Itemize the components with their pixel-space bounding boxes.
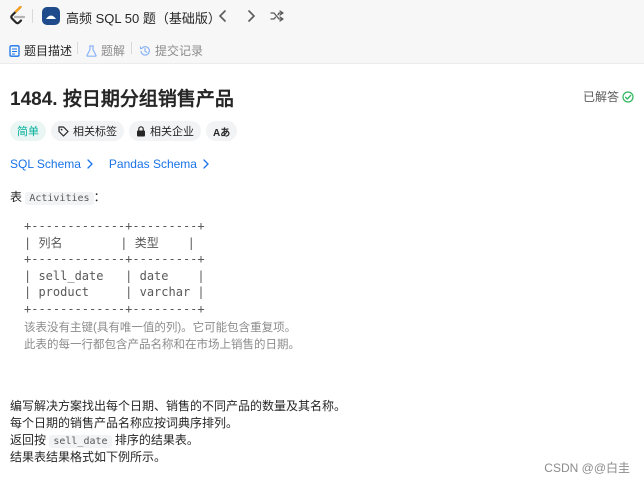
related-companies-label: 相关企业 xyxy=(150,126,194,138)
problem-title: 1484. 按日期分组销售产品 xyxy=(10,89,234,110)
related-tags-button[interactable]: 相关标签 xyxy=(51,121,124,141)
check-circle-icon xyxy=(622,90,634,103)
related-companies-button[interactable]: 相关企业 xyxy=(129,121,201,141)
chevron-left-icon[interactable] xyxy=(214,7,232,25)
leetcode-logo-icon[interactable] xyxy=(9,5,27,26)
lock-icon xyxy=(136,125,146,137)
tab-description-label: 题目描述 xyxy=(24,44,73,58)
description-text: 返回按 xyxy=(10,433,50,447)
table-border: +-------------+---------+ xyxy=(24,219,205,233)
intro-suffix: ： xyxy=(93,190,106,204)
table-note: 此表的每一行都包含产品名称和在市场上销售的日期。 xyxy=(24,339,300,351)
sql-schema-label: SQL Schema xyxy=(10,157,81,171)
chevron-right-icon xyxy=(87,159,93,169)
table-border: +-------------+---------+ xyxy=(24,301,205,316)
description-text: 排序的结果表。 xyxy=(111,433,199,447)
pandas-schema-link[interactable]: Pandas Schema xyxy=(109,157,209,171)
table-header: | 列名 | 类型 | xyxy=(24,235,195,250)
table-name-code: Activities xyxy=(25,192,94,205)
translate-button[interactable]: Aあ xyxy=(206,121,238,141)
tab-divider xyxy=(131,42,132,54)
description-line: 结果表结果格式如下例所示。 xyxy=(10,450,167,464)
description-icon xyxy=(8,44,20,57)
top-bar: 高频 SQL 50 题（基础版） xyxy=(0,0,644,33)
solved-status-label: 已解答 xyxy=(582,90,619,104)
sql-schema-link[interactable]: SQL Schema xyxy=(10,157,93,171)
description-line: 编写解决方案找出每个日期、销售的不同产品的数量及其名称。 xyxy=(10,399,347,413)
sell-date-code: sell_date xyxy=(49,435,112,448)
tab-divider xyxy=(77,42,78,54)
description-line: 返回按 sell_date 排序的结果表。 xyxy=(10,431,199,448)
tab-submissions[interactable]: 提交记录 xyxy=(139,42,203,59)
shuffle-icon[interactable] xyxy=(268,7,286,25)
history-icon xyxy=(139,45,151,57)
table-note: 该表没有主键(具有唯一值的列)。它可能包含重复项。 xyxy=(24,322,297,334)
tab-solutions-label: 题解 xyxy=(101,44,126,58)
watermark: CSDN @@白圭 xyxy=(544,461,630,475)
intro-prefix: 表 xyxy=(10,190,26,204)
schema-links: SQL Schema Pandas Schema xyxy=(10,157,225,171)
pandas-schema-label: Pandas Schema xyxy=(108,157,197,171)
solved-status: 已解答 xyxy=(583,88,634,105)
table-row: | sell_date | date | xyxy=(24,268,205,283)
table-border: +-------------+---------+ xyxy=(24,252,205,266)
study-plan-title[interactable]: 高频 SQL 50 题（基础版） xyxy=(66,8,221,27)
topbar-divider xyxy=(32,9,33,23)
related-tags-label: 相关标签 xyxy=(73,126,117,138)
tag-row: 简单 相关标签 相关企业 Aあ xyxy=(10,121,242,141)
chevron-right-icon[interactable] xyxy=(242,7,260,25)
tab-description[interactable]: 题目描述 xyxy=(8,42,72,59)
schema-table: +-------------+---------+ | 列名 | 类型 | +---… xyxy=(24,218,205,317)
flask-icon xyxy=(85,44,97,57)
table-intro: 表 Activities： xyxy=(10,188,106,205)
study-plan-icon[interactable] xyxy=(42,7,60,25)
tag-icon xyxy=(58,125,69,137)
table-row: | product | varchar | xyxy=(24,285,205,299)
description-line: 每个日期的销售产品名称应按词典序排列。 xyxy=(10,416,239,430)
difficulty-badge: 简单 xyxy=(10,121,46,141)
chevron-right-icon xyxy=(203,159,209,169)
tab-submissions-label: 提交记录 xyxy=(155,44,204,58)
tab-solutions[interactable]: 题解 xyxy=(85,42,125,59)
